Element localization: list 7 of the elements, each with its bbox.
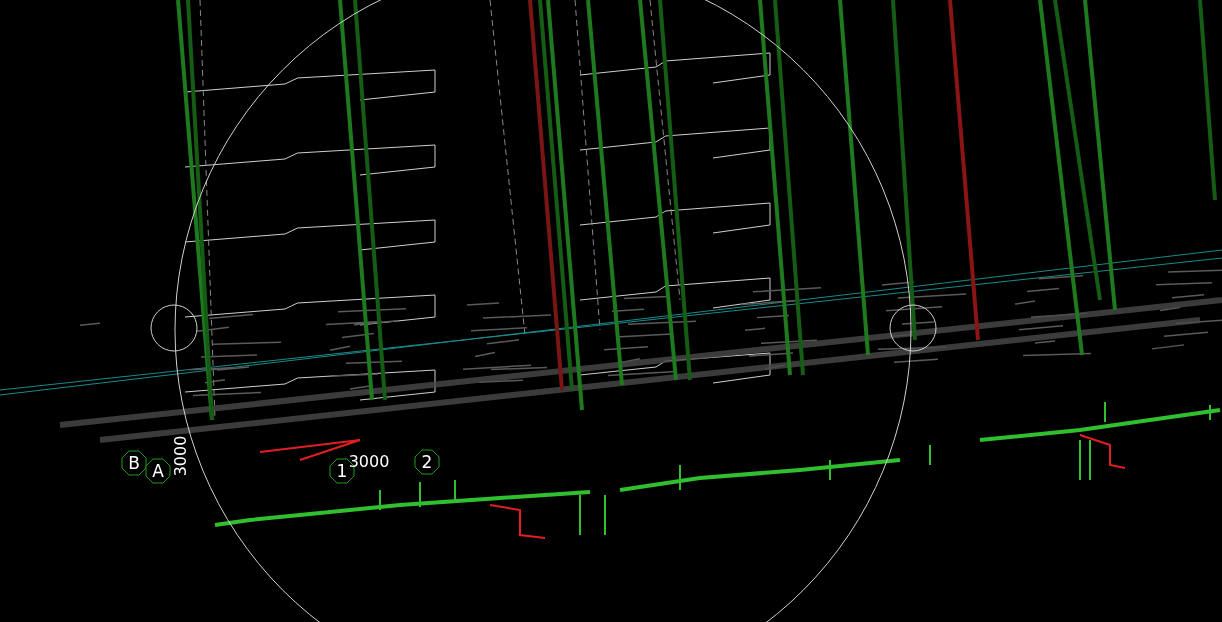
grid-bubble: 2 bbox=[414, 449, 440, 475]
grid-bubble: A bbox=[145, 458, 171, 484]
orbit-handle[interactable] bbox=[889, 304, 937, 352]
dimension-text: 3000 bbox=[171, 435, 190, 477]
orbit-ring[interactable] bbox=[174, 0, 912, 622]
grid-bubble: B bbox=[121, 450, 147, 476]
orbit-handle[interactable] bbox=[150, 304, 198, 352]
